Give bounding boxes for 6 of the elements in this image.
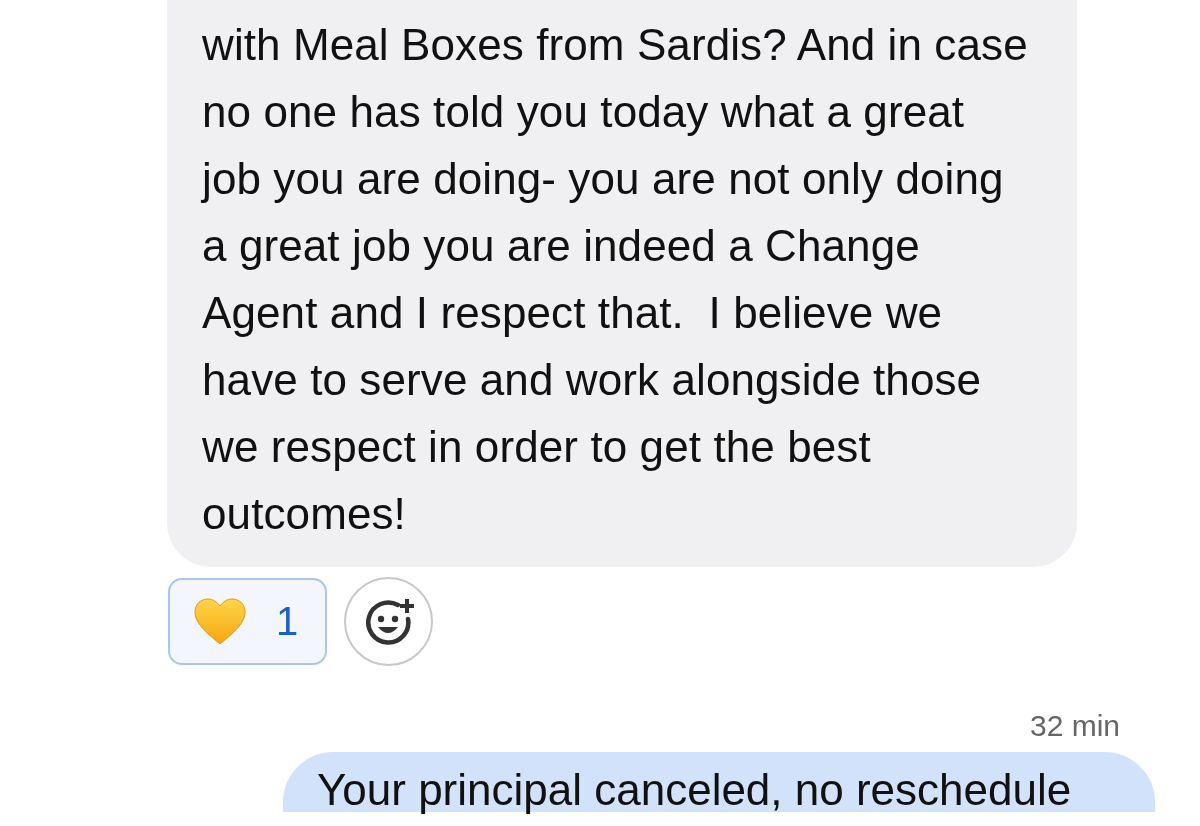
message-text: with Meal Boxes from Sardis? And in case no one has told you today what a great job you are doing- you are not only doing a great job you are indeed a Change Agent and I respect that. I believe we have to serve and work alongside those we respect in order to get the best outcomes! [202,19,1029,540]
message-text: Your principal canceled, no reschedule [317,766,1072,814]
message-time: 32 min [1029,709,1120,742]
heart-icon [194,597,246,646]
smiley-plus-icon [363,596,414,647]
reaction-button[interactable]: 1 [168,578,327,665]
